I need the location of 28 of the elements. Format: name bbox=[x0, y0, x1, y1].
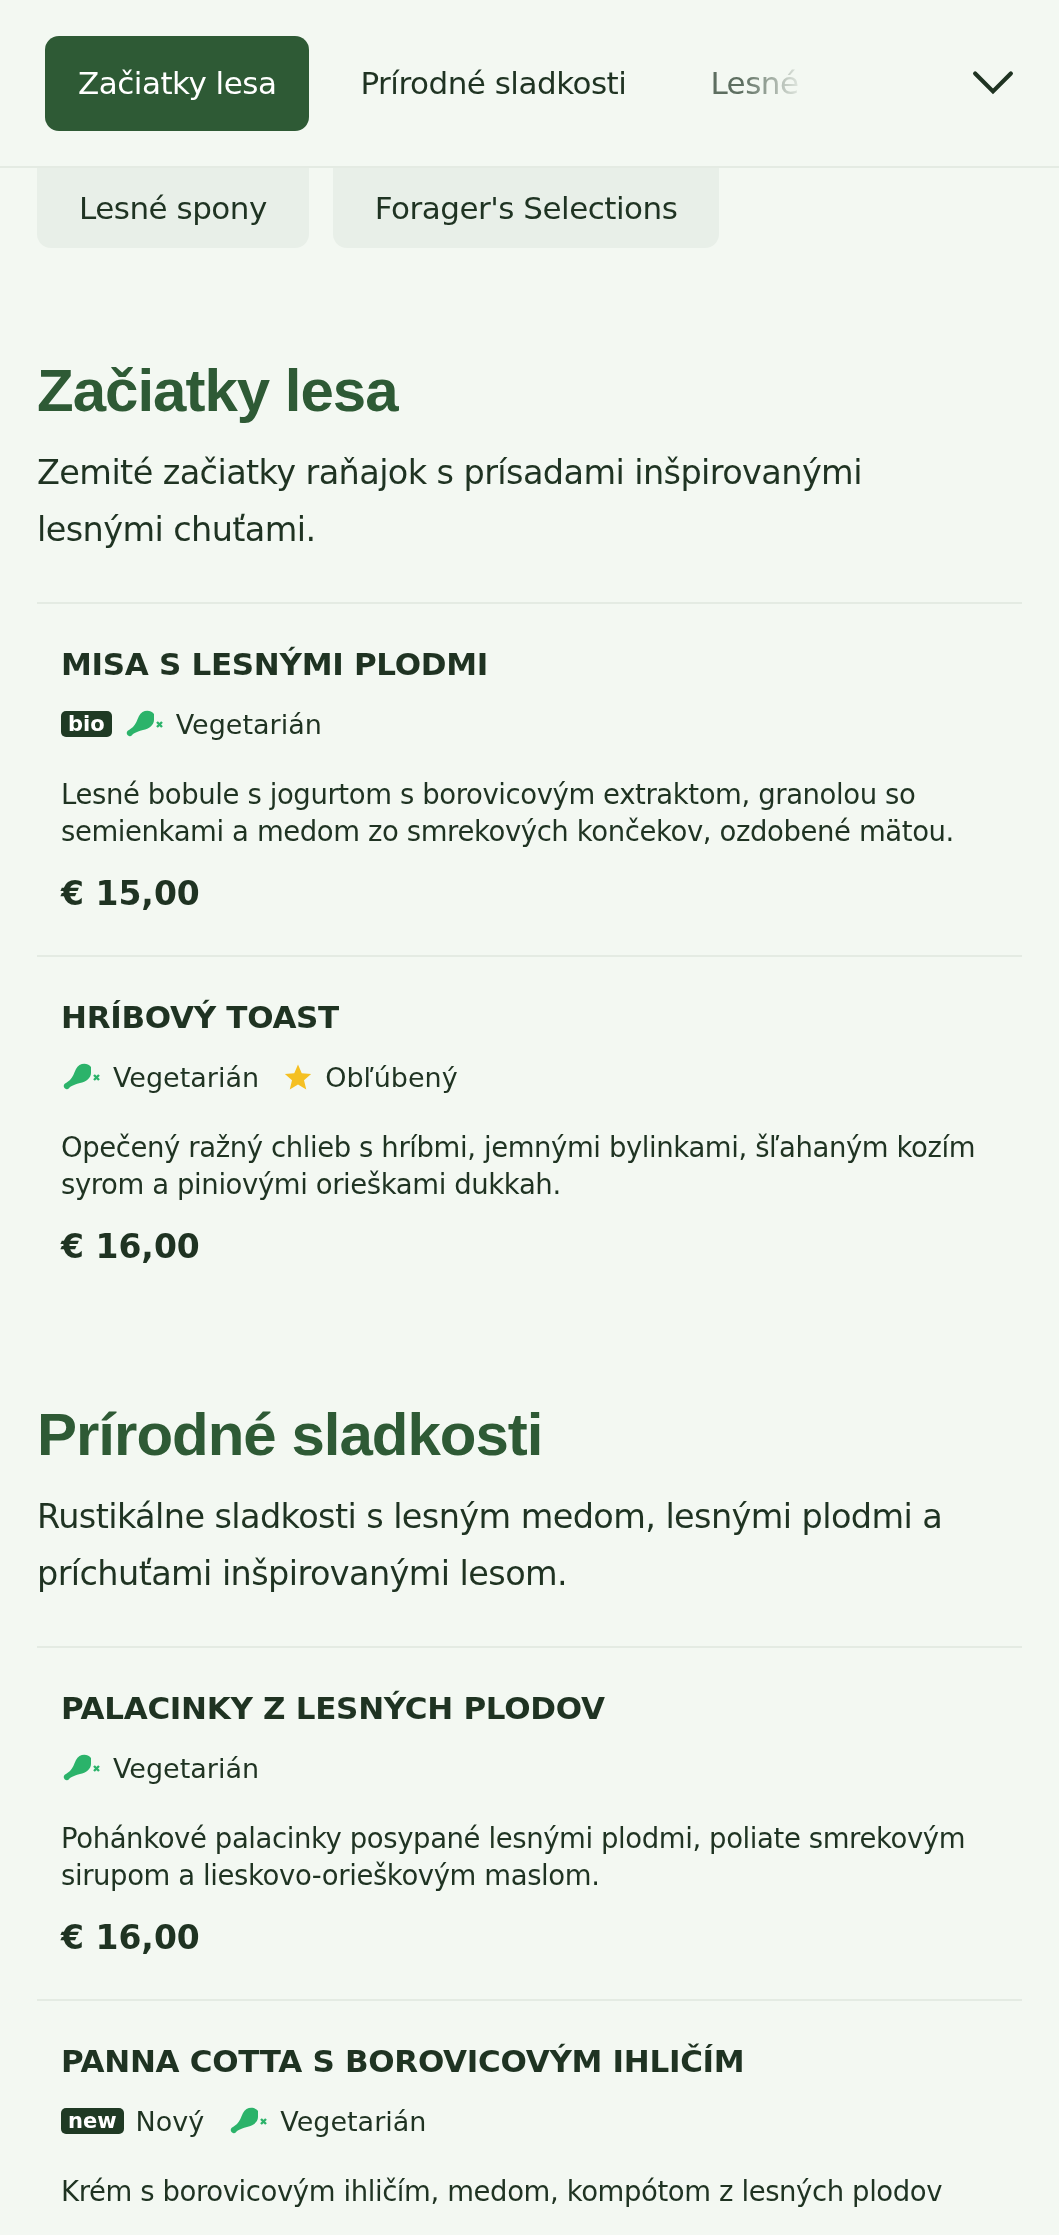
tag-label: Vegetarián bbox=[113, 1752, 260, 1784]
category-chip[interactable]: Lesné spony bbox=[37, 168, 309, 248]
dish-name: PALACINKY Z LESNÝCH PLODOV bbox=[61, 1689, 606, 1728]
dish-description: Krém s borovicovým ihličím, medom, kompótom z lesných plodov bbox=[61, 2174, 944, 2209]
dish-name: HRÍBOVÝ TOAST bbox=[61, 998, 340, 1037]
dish-description: Opečený ražný chlieb s hríbmi, jemnými bylinkami, šľahaným kozím syrom a piniovými orieškami dukkah. bbox=[61, 1130, 977, 1202]
section-description: Rustikálne sladkosti s lesným medom, lesnými plodmi a príchuťami inšpirovanými lesom. bbox=[37, 1496, 944, 1595]
chevron-down-icon[interactable] bbox=[972, 70, 1014, 96]
dish-name: PANNA COTTA S BOROVICOVÝM IHLIČÍM bbox=[61, 2042, 746, 2081]
tag-label: Nový bbox=[135, 2105, 205, 2137]
dish-description: Pohánkové palacinky posypané lesnými plodmi, poliate smrekovým sirupom a lieskovo-orieškovým maslom. bbox=[61, 1821, 967, 1893]
category-tab[interactable]: Začiatky lesa bbox=[45, 35, 310, 131]
section-title: Prírodné sladkosti bbox=[37, 1400, 544, 1470]
tag-label: Vegetarián bbox=[175, 708, 322, 740]
new-badge: new bbox=[61, 2108, 124, 2134]
section-description: Zemité začiatky raňajok s prísadami inšpirovanými lesnými chuťami. bbox=[37, 452, 863, 551]
dish-price: € 16,00 bbox=[61, 1918, 201, 1957]
section-title: Začiatky lesa bbox=[37, 356, 400, 426]
dish-price: € 15,00 bbox=[61, 874, 201, 913]
bio-badge: bio bbox=[61, 711, 112, 737]
category-chip[interactable]: Forager's Selections bbox=[332, 168, 720, 248]
tag-label: Obľúbený bbox=[325, 1061, 458, 1093]
category-tab[interactable]: Prírodné sladkosti bbox=[327, 35, 660, 131]
dish-name: MISA S LESNÝMI PLODMI bbox=[61, 645, 489, 684]
tag-label: Vegetarián bbox=[113, 1061, 260, 1093]
tag-label: Vegetarián bbox=[280, 2105, 427, 2137]
dish-description: Lesné bobule s jogurtom s borovicovým extraktom, granolou so semienkami a medom zo smrekových končekov, ozdobené mätou. bbox=[61, 777, 955, 849]
dish-price: € 16,00 bbox=[61, 1227, 201, 1266]
